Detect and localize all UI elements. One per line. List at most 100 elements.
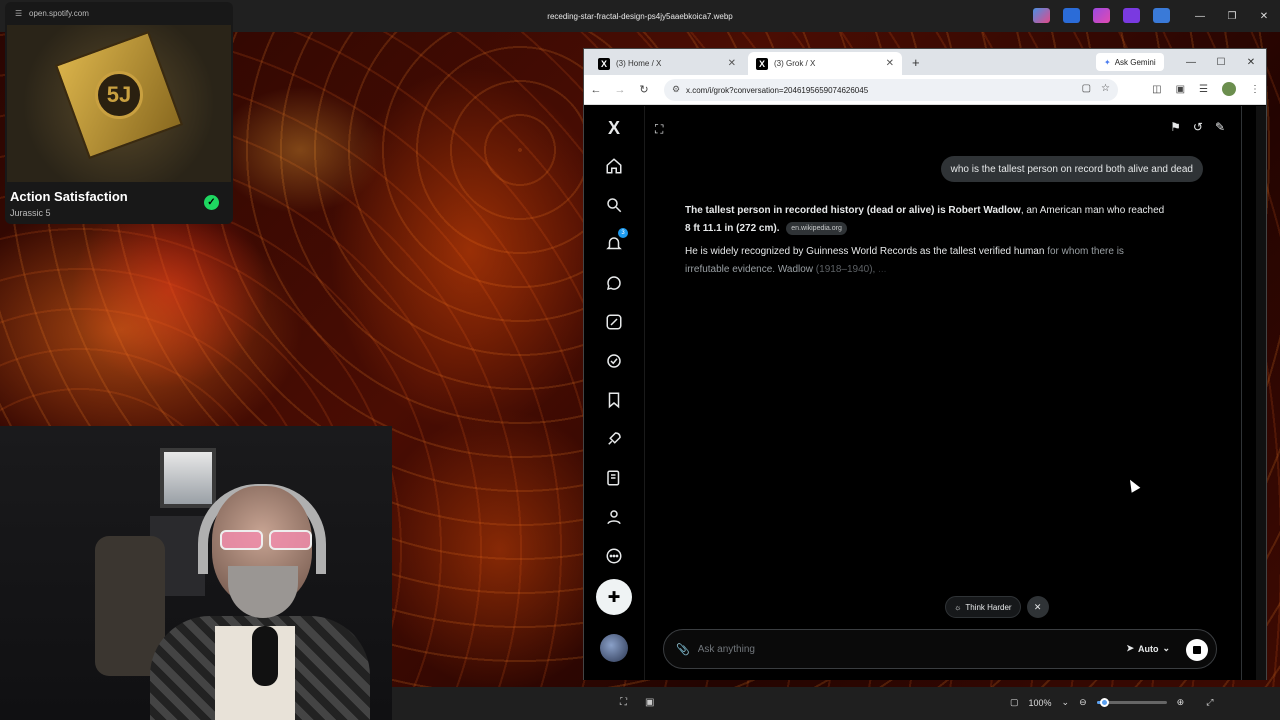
notifications-icon[interactable]: 3	[602, 228, 628, 256]
grok-chat-column: ⛶ ⚑ ↺ ✎ who is the tallest person on rec…	[644, 106, 1242, 680]
mode-selector[interactable]: ➤ Auto ⌄	[1126, 643, 1170, 654]
articles-icon[interactable]	[602, 466, 626, 490]
home-icon[interactable]	[602, 154, 626, 178]
grok-answer: The tallest person in recorded history (…	[685, 202, 1205, 284]
site-info-icon[interactable]: ⚙	[672, 84, 680, 95]
forward-icon[interactable]: →	[608, 84, 632, 96]
tab-home[interactable]: X (3) Home / X ✕	[590, 52, 744, 75]
x-logo-icon: X	[756, 57, 768, 70]
minimize-icon[interactable]: —	[1184, 0, 1216, 32]
answer-text: for whom there is	[1044, 246, 1124, 257]
minimize-icon[interactable]: —	[1176, 49, 1206, 75]
messages-icon[interactable]	[602, 271, 626, 295]
address-bar[interactable]: ⚙ x.com/i/grok?conversation=204619565907…	[664, 79, 1118, 101]
answer-height: 8 ft 11.1 in (272 cm).	[685, 223, 780, 234]
fullscreen-icon[interactable]: ⤢	[1206, 697, 1213, 708]
tab-label: (3) Grok / X	[774, 59, 816, 68]
menu-icon[interactable]: ⋮	[1250, 84, 1260, 95]
verified-icon[interactable]	[602, 349, 626, 373]
user-message: who is the tallest person on record both…	[940, 156, 1203, 182]
zoom-level[interactable]: 100%	[1029, 698, 1052, 708]
answer-text: He is widely recognized by Guinness Worl…	[685, 246, 1045, 257]
site-settings-icon[interactable]: ☰	[15, 9, 22, 18]
more-icon[interactable]	[602, 544, 626, 568]
fit-window-icon[interactable]: ▢	[1010, 697, 1019, 708]
album-logo: 5J	[95, 71, 143, 119]
zoom-in-icon[interactable]: ⊕	[1177, 697, 1185, 708]
browser-toolbar: ← → ↻ ⚙ x.com/i/grok?conversation=204619…	[584, 75, 1266, 105]
x-left-nav: X 3 ✚	[584, 106, 644, 680]
tab-grok[interactable]: X (3) Grok / X ✕	[748, 52, 902, 75]
ask-gemini-label: Ask Gemini	[1114, 57, 1156, 67]
lightbulb-icon: ☼	[954, 602, 962, 612]
back-icon[interactable]: ←	[584, 84, 608, 96]
viewer-bottom-bar: ⛶ ▣ ▢ 100% ⌄ ⊖ ⊕ ⤢	[392, 687, 1280, 720]
crop-icon[interactable]: ▣	[645, 697, 654, 708]
grok-icon[interactable]	[602, 310, 626, 334]
dismiss-icon[interactable]: ✕	[1026, 596, 1049, 618]
think-harder-button[interactable]: ☼ Think Harder	[945, 596, 1021, 618]
search-icon[interactable]	[602, 193, 626, 217]
tray-icons	[1033, 8, 1170, 23]
close-tab-icon[interactable]: ✕	[886, 58, 894, 69]
app-icon[interactable]	[1063, 8, 1080, 23]
stop-generation-button[interactable]	[1186, 639, 1208, 661]
close-icon[interactable]: ✕	[1236, 49, 1266, 75]
page-scrollbar[interactable]	[1256, 106, 1266, 680]
maximize-icon[interactable]: ☐	[1206, 49, 1236, 75]
account-avatar[interactable]	[600, 634, 628, 662]
bookmarks-icon[interactable]	[602, 388, 626, 412]
profile-avatar[interactable]	[1222, 82, 1236, 96]
reading-list-icon[interactable]: ☰	[1199, 84, 1208, 95]
track-artist: Jurassic 5	[10, 208, 51, 218]
answer-bold: The tallest person in recorded history (…	[685, 205, 1021, 216]
webcam-feed	[0, 426, 392, 720]
app-icon[interactable]	[1093, 8, 1110, 23]
reload-icon[interactable]: ↻	[632, 83, 656, 96]
notification-badge: 3	[618, 228, 628, 238]
extensions-icon[interactable]: ◫	[1152, 84, 1161, 95]
compose-post-button[interactable]: ✚	[596, 579, 632, 615]
close-icon[interactable]: ✕	[1248, 0, 1280, 32]
answer-text: , an American man who reached	[1020, 205, 1165, 216]
chevron-down-icon[interactable]: ⌄	[1062, 697, 1070, 708]
answer-text: ...	[875, 264, 887, 275]
address-text: x.com/i/grok?conversation=20461956590746…	[686, 85, 869, 95]
expand-icon[interactable]: ⛶	[655, 122, 663, 137]
app-icon[interactable]	[1123, 8, 1140, 23]
bookmark-icon[interactable]: ⚑	[1170, 120, 1181, 134]
saved-check-icon[interactable]: ✓	[204, 195, 219, 210]
x-logo-icon[interactable]: X	[602, 116, 626, 140]
rocket-icon[interactable]	[602, 427, 626, 451]
app-icon[interactable]	[1153, 8, 1170, 23]
zoom-out-icon[interactable]: ⊖	[1079, 697, 1087, 708]
grok-input-bar: 📎 ➤ Auto ⌄	[663, 629, 1217, 669]
history-icon[interactable]: ↺	[1193, 120, 1203, 134]
spotify-url: open.spotify.com	[29, 9, 89, 18]
fit-icon[interactable]: ⛶	[620, 697, 627, 708]
x-grok-page: X 3 ✚ ⛶ ⚑ ↺ ✎ who is the tallest person …	[584, 106, 1266, 680]
new-chat-icon[interactable]: ✎	[1215, 120, 1225, 134]
restore-icon[interactable]: ❐	[1216, 0, 1248, 32]
zoom-slider[interactable]	[1096, 698, 1167, 707]
zoom-slider-knob[interactable]	[1099, 698, 1109, 707]
close-tab-icon[interactable]: ✕	[728, 58, 736, 69]
gemini-icon: ✦	[1104, 57, 1111, 67]
tab-strip: X (3) Home / X ✕ X (3) Grok / X ✕ + ✦ As…	[584, 49, 1266, 75]
zoom-controls: ▢ 100% ⌄ ⊖ ⊕ ⤢	[1010, 697, 1213, 708]
install-icon[interactable]: ▢	[1082, 83, 1091, 94]
attach-icon[interactable]: 📎	[676, 643, 690, 656]
source-chip[interactable]: en.wikipedia.org	[786, 221, 847, 235]
rocket-icon: ➤	[1126, 643, 1134, 653]
new-tab-button[interactable]: +	[912, 55, 920, 70]
ask-gemini-button[interactable]: ✦ Ask Gemini	[1096, 53, 1164, 71]
bookmark-star-icon[interactable]: ☆	[1101, 83, 1110, 94]
ask-input[interactable]	[697, 643, 1078, 655]
app-icon[interactable]	[1033, 8, 1050, 23]
browser-window: X (3) Home / X ✕ X (3) Grok / X ✕ + ✦ As…	[583, 48, 1267, 680]
x-logo-icon: X	[598, 57, 610, 70]
cast-icon[interactable]: ▣	[1176, 84, 1185, 95]
spotify-mini-player[interactable]: ☰ open.spotify.com 5J Action Satisfactio…	[5, 2, 233, 224]
album-art: 5J	[7, 25, 231, 182]
profile-icon[interactable]	[602, 505, 626, 529]
